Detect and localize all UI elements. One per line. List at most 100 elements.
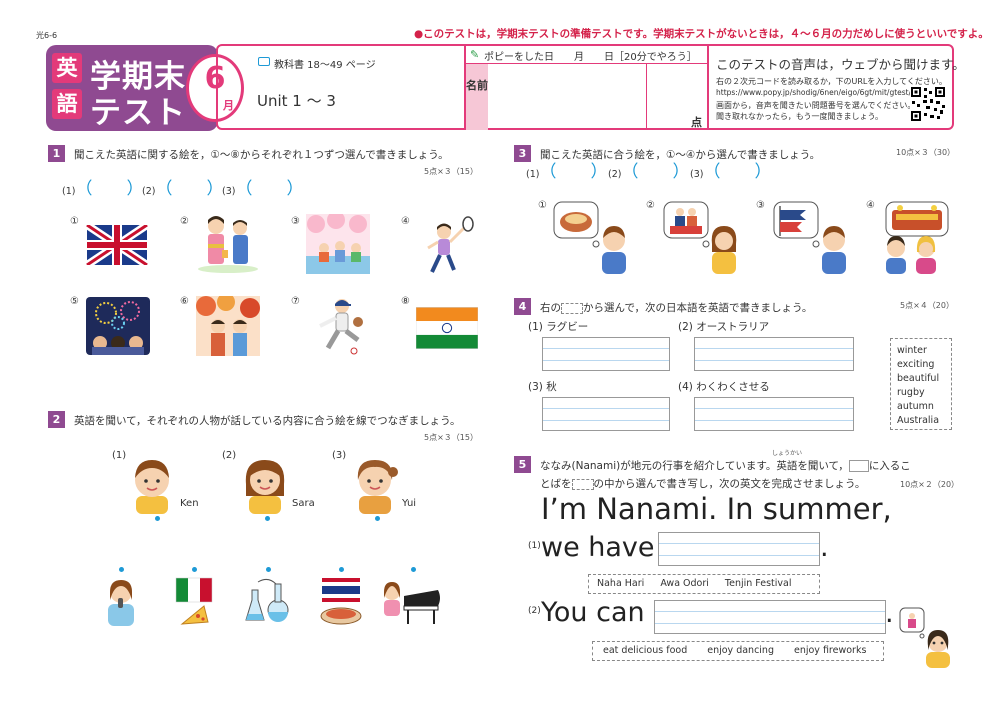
choice-number: ⑤	[70, 296, 79, 307]
word-list-box: winter exciting beautiful rugby autumn A…	[890, 338, 952, 430]
answer-write-box[interactable]	[694, 397, 854, 431]
audio-url[interactable]: https://www.popy.jp/shodig/6nen/eigo/6gt…	[716, 88, 911, 97]
connect-dot[interactable]	[266, 567, 271, 572]
word-box-marker	[571, 478, 594, 490]
choice-box: Naha Hari Awa Odori Tenjin Festival	[588, 574, 820, 594]
choice-number: ①	[538, 200, 547, 211]
question-text: とばを の中から選んで書き写し，次の英文を完成させましょう。	[540, 478, 866, 490]
connect-dot[interactable]	[192, 567, 197, 572]
cherry-blossom-picnic-icon	[306, 214, 370, 274]
prompt-item: (3) 秋	[528, 381, 557, 393]
unit-title: Unit 1 〜 3	[257, 92, 336, 110]
points-label: 10点×２（20）	[900, 480, 960, 489]
answer-write-box[interactable]	[542, 397, 670, 431]
choice-number: ②	[646, 200, 655, 211]
answer-blank[interactable]: (1)（ ）	[62, 174, 143, 199]
word-option: rugby	[897, 387, 925, 398]
question-text: 聞こえた英語に関する絵を，①〜⑧からそれぞれ１つずつ選んで書きましょう。	[74, 149, 449, 161]
thailand-food-icon	[320, 578, 362, 625]
points-label: 10点×３（30）	[896, 148, 956, 157]
girl-thinking-dolls-icon	[663, 201, 737, 274]
qr-code-icon[interactable]	[910, 86, 946, 122]
points-label: 5点×３（15）	[424, 167, 478, 176]
connect-dot[interactable]	[411, 567, 416, 572]
yukata-couple-icon	[198, 216, 258, 273]
connect-dot[interactable]	[155, 516, 160, 521]
choice-box: eat delicious food enjoy dancing enjoy fir…	[592, 641, 884, 661]
answer-blank[interactable]: (2)（ ）	[608, 157, 689, 182]
sentence-start: You can	[541, 597, 645, 628]
sentence-period: .	[820, 532, 829, 563]
word-option: autumn	[897, 401, 934, 412]
score-field[interactable]	[647, 64, 707, 130]
phrase-option: enjoy fireworks	[793, 645, 867, 656]
sentence-write-box[interactable]	[654, 600, 886, 634]
word-option: winter	[897, 345, 927, 356]
girl-nanami-thinking-icon	[899, 607, 950, 668]
name-label-strip	[466, 64, 488, 130]
prompt-item: (4) わくわくさせる	[678, 381, 770, 393]
question-text: 英語を聞いて，それぞれの人物が話している内容に合う絵を線でつなぎましょう。	[74, 415, 461, 427]
question-text: ななみ(Nanami)が地元の行事を紹介しています。英語を聞いて， に入るこ	[540, 460, 911, 472]
person-label: (3)	[332, 450, 347, 461]
italy-pizza-icon	[175, 577, 213, 625]
answer-blank[interactable]: (3)（ ）	[690, 157, 771, 182]
baseball-pitcher-icon	[319, 299, 363, 355]
girl-yui-icon	[357, 460, 398, 514]
subject-char-1: 英	[52, 53, 82, 83]
people-thinking-festival-icon	[885, 201, 949, 274]
answer-blank[interactable]: (2)（ ）	[142, 174, 223, 199]
sentence-number: (2)	[528, 606, 541, 616]
question-number: 5	[514, 456, 531, 473]
points-label: 5点×３（15）	[424, 433, 478, 442]
phrase-option: Awa Odori	[660, 578, 709, 589]
choice-number: ⑦	[291, 296, 300, 307]
pencil-icon: ✎	[470, 48, 480, 61]
uk-flag-icon	[86, 225, 148, 265]
answer-write-box[interactable]	[542, 337, 670, 371]
choice-number: ③	[756, 200, 765, 211]
question-number: 4	[514, 298, 531, 315]
person-label: (2)	[222, 450, 237, 461]
person-name: Sara	[292, 498, 315, 509]
sentence-start: we have	[541, 532, 655, 563]
boy-ken-icon	[135, 460, 169, 514]
connect-dot[interactable]	[375, 516, 380, 521]
word-option: Australia	[897, 415, 940, 426]
sentence-write-box[interactable]	[658, 532, 820, 566]
science-flasks-icon	[245, 578, 289, 622]
audio-instruction: 画面から，音声を聞きたい問題番号を選んでください。	[716, 101, 916, 110]
connect-dot[interactable]	[339, 567, 344, 572]
phrase-option: eat delicious food	[603, 645, 688, 656]
person-name: Ken	[180, 498, 199, 509]
boy-thinking-food-icon	[553, 201, 626, 274]
subject-char-2: 語	[52, 89, 82, 119]
audio-instruction: 聞き取れなかったら，もう一度聞きましょう。	[716, 112, 884, 121]
sentence-number: (1)	[528, 541, 541, 551]
girl-piano-icon	[384, 582, 440, 624]
phrase-option: Tenjin Festival	[724, 578, 792, 589]
girl-sara-icon	[245, 460, 285, 514]
choice-number: ⑥	[180, 296, 189, 307]
choice-number: ③	[291, 216, 300, 227]
answer-blank[interactable]: (3)（ ）	[222, 174, 303, 199]
answer-write-box[interactable]	[694, 337, 854, 371]
header-divider	[707, 44, 709, 130]
connect-dot[interactable]	[119, 567, 124, 572]
prompt-item: (1) ラグビー	[528, 321, 589, 333]
date-field-label: ポピーをした日 月 日［20分でやろう］	[484, 52, 697, 63]
connect-dot[interactable]	[265, 516, 270, 521]
name-label: 名前	[466, 79, 488, 92]
choice-number: ④	[866, 200, 875, 211]
question-number: 1	[48, 145, 65, 162]
document-code: 光6-6	[36, 31, 58, 40]
phrase-option: Naha Hari	[597, 578, 645, 589]
points-label: 5点×４（20）	[900, 301, 954, 310]
choice-number: ②	[180, 216, 189, 227]
top-notice: ●このテストは，学期末テストの準備テストです。学期末テストがないときは，４〜６月…	[414, 28, 989, 40]
name-field[interactable]	[488, 64, 646, 130]
book-icon	[258, 57, 270, 66]
fireworks-icon	[86, 297, 150, 355]
word-box-marker	[561, 302, 583, 314]
answer-blank[interactable]: (1)（ ）	[526, 157, 607, 182]
